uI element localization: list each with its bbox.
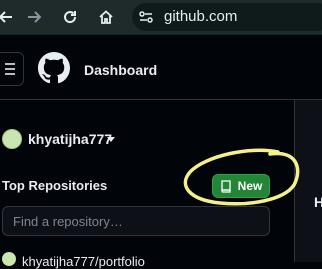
page-title[interactable]: Dashboard xyxy=(84,62,157,78)
avatar[interactable] xyxy=(2,129,22,149)
main-content-panel xyxy=(294,100,322,262)
home-icon[interactable] xyxy=(94,5,118,29)
site-settings-icon[interactable] xyxy=(134,5,158,29)
reload-icon[interactable] xyxy=(58,5,82,29)
panel-heading-fragment: H xyxy=(314,194,322,210)
new-repository-button[interactable]: New xyxy=(212,174,270,198)
forward-arrow-icon[interactable] xyxy=(22,5,46,29)
url-text[interactable]: github.com xyxy=(164,8,237,25)
repo-icon xyxy=(221,179,231,193)
repo-owner-avatar xyxy=(2,252,16,266)
hamburger-menu-icon xyxy=(5,63,15,75)
find-repository-input[interactable] xyxy=(2,206,270,236)
chevron-down-icon[interactable] xyxy=(107,137,115,142)
top-repositories-heading: Top Repositories xyxy=(2,178,108,193)
github-logo-icon[interactable] xyxy=(38,52,70,84)
hamburger-menu-button[interactable] xyxy=(0,52,24,86)
new-button-label: New xyxy=(237,179,263,193)
user-switcher-name[interactable]: khyatijha777 xyxy=(28,131,112,147)
back-arrow-icon[interactable] xyxy=(0,5,18,29)
